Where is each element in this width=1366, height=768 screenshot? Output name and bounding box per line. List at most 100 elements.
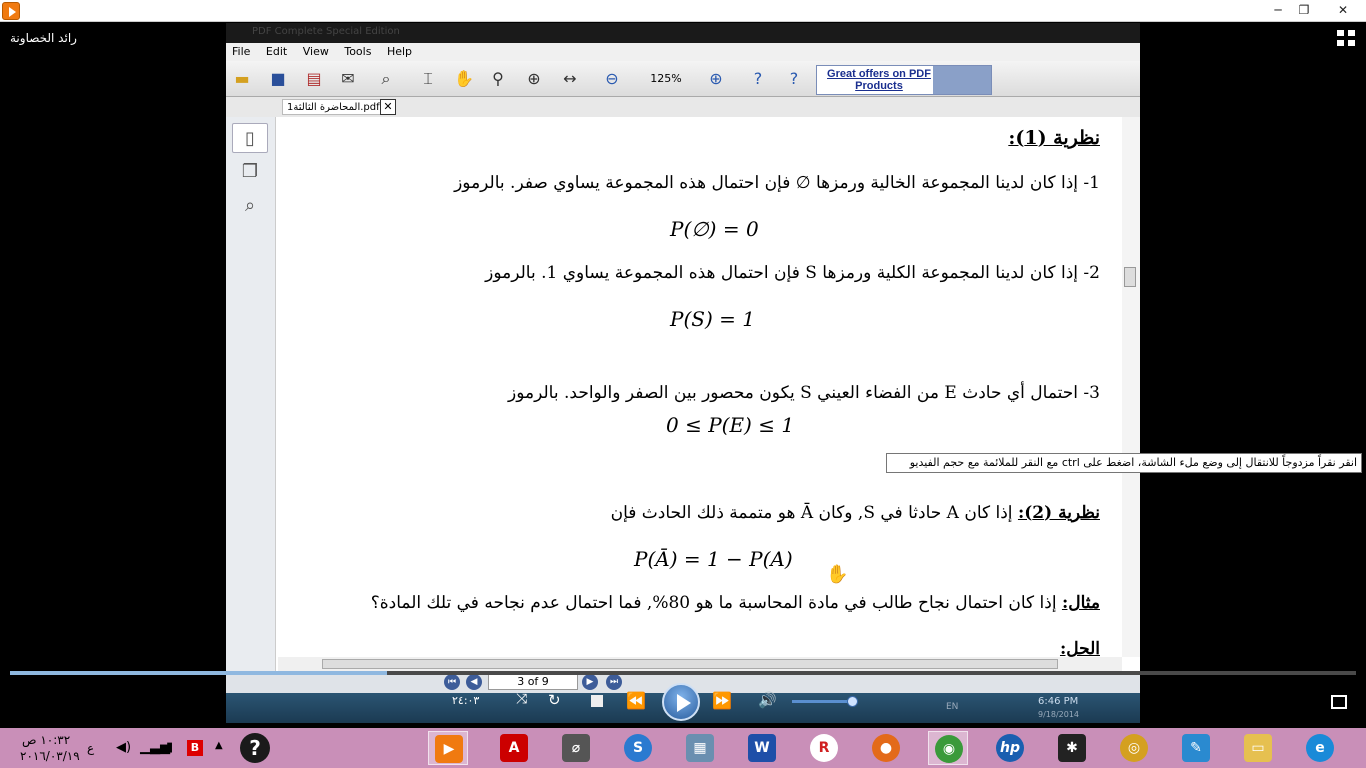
volume-knob[interactable]	[847, 696, 858, 707]
volume-icon[interactable]: 🔊	[758, 691, 777, 709]
tray-date[interactable]: ٢٠١٦/٠٣/١٩	[20, 749, 80, 763]
fit-width-icon[interactable]: ↔	[558, 67, 582, 91]
ad-text[interactable]: Great offers on PDF Products	[821, 68, 937, 92]
open-folder-icon[interactable]: ▬	[230, 67, 254, 91]
first-page-icon[interactable]: ⏮	[444, 674, 460, 690]
tray-clock[interactable]: ١٠:٣٢ ص	[22, 733, 70, 747]
internet-explorer-icon: e	[1306, 734, 1334, 762]
fullscreen-tooltip: انقر نقراً مزدوجاً للانتقال إلى وضع ملء …	[886, 453, 1362, 473]
calculator-app-icon: ▦	[686, 734, 714, 762]
equation-sample-space: P(S) = 1	[670, 307, 755, 331]
seek-progress	[10, 671, 387, 675]
swirl-app[interactable]: S	[618, 731, 658, 765]
close-button[interactable]: ✕	[1320, 0, 1366, 20]
switch-to-library-icon[interactable]	[1331, 695, 1347, 709]
play-button[interactable]	[662, 683, 700, 721]
fullscreen-icon[interactable]	[1337, 30, 1355, 46]
previous-page-icon[interactable]: ◀	[466, 674, 482, 690]
menu-tools[interactable]: Tools	[338, 43, 377, 60]
tab-close-icon[interactable]: ✕	[380, 99, 396, 115]
zoom-out-icon[interactable]: ⊖	[600, 67, 624, 91]
solution-heading: الحل:	[1059, 639, 1100, 657]
firefox-app-icon: ●	[872, 734, 900, 762]
calculator-app[interactable]: ▦	[680, 731, 720, 765]
theorem2-line: نظرية (2): إذا كان A حادثا في S, وكان Ā …	[611, 503, 1100, 523]
dvd-app[interactable]: ◎	[1114, 731, 1154, 765]
firefox-app[interactable]: ●	[866, 731, 906, 765]
bookmarks-icon[interactable]: ▯	[232, 123, 268, 153]
pages-icon[interactable]: ❐	[232, 157, 268, 187]
equation-probability-bounds: 0 ≤ P(E) ≤ 1	[666, 413, 795, 437]
acrobat-app[interactable]: A	[494, 731, 534, 765]
theorem1-item1: 1- إذا كان لدينا المجموعة الخالية ورمزها…	[454, 173, 1100, 193]
print-icon[interactable]: ▤	[302, 67, 326, 91]
hand-tool-icon[interactable]: ✋	[452, 67, 476, 91]
hand-cursor-icon: ✋	[826, 564, 849, 585]
acrobat-app-icon: A	[500, 734, 528, 762]
last-page-icon[interactable]: ⏭	[606, 674, 622, 690]
show-hidden-icons-icon[interactable]: ▲	[215, 740, 223, 751]
paint-app[interactable]: ✱	[1052, 731, 1092, 765]
ad-banner[interactable]: Great offers on PDF Products	[816, 65, 992, 95]
zoom-tool-icon[interactable]: ⚲	[486, 67, 510, 91]
player-title-bar: ─ ❐ ✕	[0, 0, 1366, 22]
restore-button[interactable]: ❐	[1290, 0, 1318, 20]
folder-icon: ▭	[1244, 734, 1272, 762]
menu-help[interactable]: Help	[381, 43, 418, 60]
battery-icon[interactable]: ▮	[166, 740, 173, 755]
elapsed-time: ٢٤:٠٣	[452, 694, 480, 707]
email-icon[interactable]: ✉	[336, 67, 360, 91]
minimize-button[interactable]: ─	[1264, 0, 1292, 20]
whats-this-icon[interactable]: ?	[782, 67, 806, 91]
internet-explorer-app[interactable]: e	[1300, 731, 1340, 765]
recorded-clock: 6:46 PM	[1038, 696, 1079, 707]
pdf-horizontal-scrollbar[interactable]	[278, 657, 1122, 671]
page-indicator[interactable]: 3 of 9	[488, 674, 578, 690]
b-tray-icon[interactable]: B	[187, 740, 203, 756]
zoom-level[interactable]: 125%	[634, 69, 698, 89]
microphone-app[interactable]: ⌀	[556, 731, 596, 765]
menu-edit[interactable]: Edit	[260, 43, 293, 60]
find-icon[interactable]: ⌕	[374, 67, 398, 91]
theorem1-heading: نظرية (1):	[1008, 127, 1100, 149]
speaker-icon[interactable]: ◀)	[116, 740, 131, 755]
theorem2-heading: نظرية (2):	[1017, 503, 1100, 523]
syringe-app[interactable]: ✎	[1176, 731, 1216, 765]
search-binoculars-icon[interactable]: ⌕	[232, 191, 268, 221]
stop-icon[interactable]	[591, 695, 603, 707]
menu-file[interactable]: File	[226, 43, 256, 60]
hp-app[interactable]: hp	[990, 731, 1030, 765]
shuffle-icon[interactable]: ⤨	[516, 691, 527, 707]
previous-icon[interactable]: ⏪	[626, 691, 646, 710]
media-player-app[interactable]: ▶	[428, 731, 468, 765]
help-tray-icon[interactable]: ?	[240, 733, 270, 763]
windows-taskbar: ١٠:٣٢ ص ٢٠١٦/٠٣/١٩ ع ◀) ▁▃▅ ▮ B ▲ ? ▶ A …	[0, 728, 1366, 768]
recorded-language: EN	[946, 702, 959, 712]
dvd-app-icon: ◎	[1120, 734, 1148, 762]
input-language[interactable]: ع	[87, 741, 94, 755]
pdf-toolbar: ▬ ■ ▤ ✉ ⌕ ⌶ ✋ ⚲ ⊕ ↔ ⊖ 125% ⊕ ? ? Great o…	[226, 61, 1140, 97]
fit-page-icon[interactable]: ⊕	[522, 67, 546, 91]
document-tab[interactable]: المحاضرة الثالثة1.pdf	[282, 99, 396, 115]
video-frame[interactable]: PDF Complete Special Edition File Edit V…	[226, 23, 1140, 723]
zoom-in-icon[interactable]: ⊕	[704, 67, 728, 91]
pdf-vertical-scroll-thumb[interactable]	[1124, 267, 1136, 287]
next-page-icon[interactable]: ▶	[582, 674, 598, 690]
player-app-icon	[2, 2, 20, 20]
swirl-app-icon: S	[624, 734, 652, 762]
word-app[interactable]: W	[742, 731, 782, 765]
media-player-app-icon: ▶	[435, 735, 463, 763]
pdf-vertical-scrollbar[interactable]	[1122, 117, 1140, 657]
pdf-horizontal-scroll-thumb[interactable]	[322, 659, 1058, 669]
chrome-app[interactable]: ◉	[928, 731, 968, 765]
file-explorer-app[interactable]: ▭	[1238, 731, 1278, 765]
seek-bar[interactable]	[10, 671, 1356, 675]
next-icon[interactable]: ⏩	[712, 691, 732, 710]
menu-view[interactable]: View	[297, 43, 335, 60]
syringe-app-icon: ✎	[1182, 734, 1210, 762]
select-text-icon[interactable]: ⌶	[416, 67, 440, 91]
r-app[interactable]: R	[804, 731, 844, 765]
save-icon[interactable]: ■	[266, 67, 290, 91]
repeat-icon[interactable]: ↻	[548, 691, 561, 709]
help-icon[interactable]: ?	[746, 67, 770, 91]
